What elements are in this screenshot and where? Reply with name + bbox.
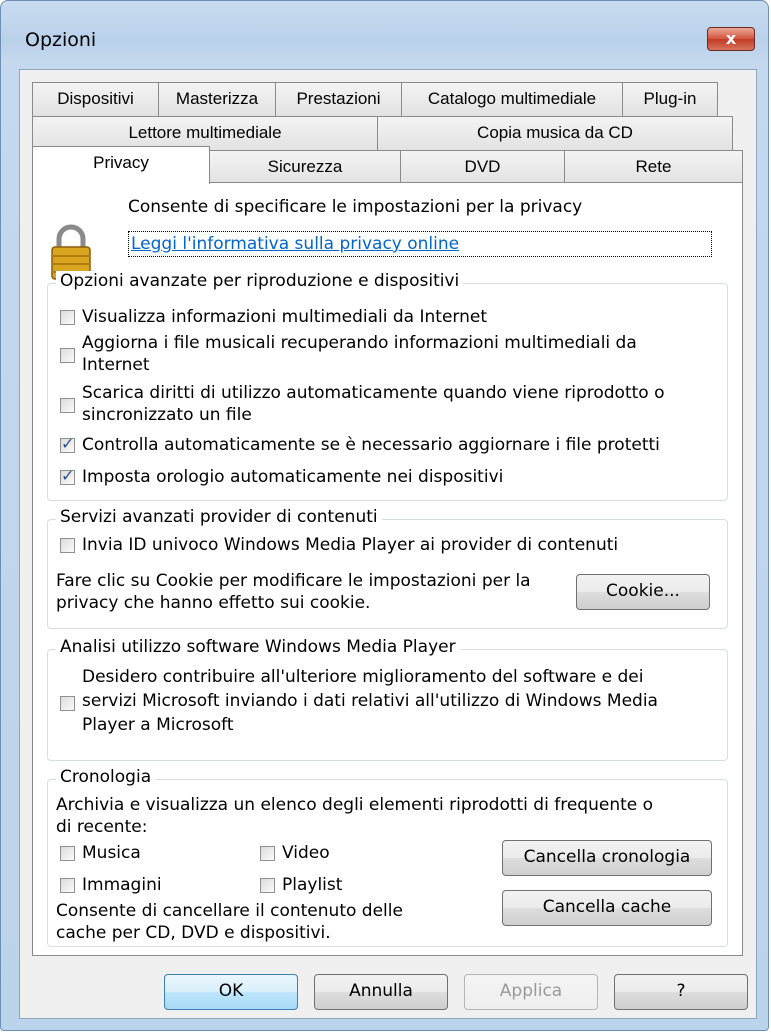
history-description-2: di recente: — [56, 817, 148, 837]
playback-options-legend: Opzioni avanzate per riproduzione e disp… — [56, 271, 464, 291]
send-unique-id-label: Invia ID univoco Windows Media Player ai… — [82, 535, 619, 555]
check-protected-files-label: Controlla automaticamente se è necessari… — [82, 435, 660, 455]
dialog-client-area: Dispositivi Masterizza Prestazioni Catal… — [19, 69, 757, 1019]
close-button[interactable]: x — [707, 27, 755, 51]
history-video-label: Video — [282, 843, 330, 863]
history-images-checkbox[interactable] — [60, 878, 75, 893]
options-dialog: Opzioni x Dispositivi Masterizza Prestaz… — [0, 0, 769, 1031]
tab-plug-in[interactable]: Plug-in — [622, 82, 718, 116]
tab-sicurezza[interactable]: Sicurezza — [209, 150, 401, 184]
usage-data-label-3: Player a Microsoft — [82, 715, 234, 735]
history-legend: Cronologia — [56, 767, 156, 787]
content-providers-group: Servizi avanzati provider di contenuti I… — [47, 507, 728, 629]
usage-data-label-2: servizi Microsoft inviando i dati relati… — [82, 691, 658, 711]
show-media-info-checkbox[interactable] — [60, 310, 75, 325]
set-device-clock-label: Imposta orologio automaticamente nei dis… — [82, 467, 504, 487]
send-unique-id-checkbox[interactable] — [60, 538, 75, 553]
usage-analysis-legend: Analisi utilizzo software Windows Media … — [56, 637, 460, 657]
ok-button[interactable]: OK — [164, 974, 298, 1010]
tab-copia-musica-da-cd[interactable]: Copia musica da CD — [377, 116, 733, 150]
usage-data-checkbox[interactable] — [60, 696, 75, 711]
history-images-label: Immagini — [82, 875, 162, 895]
download-usage-rights-label-1: Scarica diritti di utilizzo automaticame… — [82, 383, 665, 403]
privacy-tab-panel: Consente di specificare le impostazioni … — [32, 182, 743, 956]
update-music-files-checkbox[interactable] — [60, 348, 75, 363]
set-device-clock-checkbox[interactable] — [60, 466, 75, 485]
download-usage-rights-label-2: sincronizzato un file — [82, 405, 252, 425]
history-music-label: Musica — [82, 843, 141, 863]
usage-analysis-group: Analisi utilizzo software Windows Media … — [47, 637, 728, 761]
clear-cache-description-2: cache per CD, DVD e dispositivi. — [56, 923, 331, 943]
history-playlist-checkbox[interactable] — [260, 878, 275, 893]
tab-rete[interactable]: Rete — [564, 150, 743, 184]
privacy-statement-link[interactable]: Leggi l'informativa sulla privacy online — [128, 231, 712, 257]
tab-prestazioni[interactable]: Prestazioni — [275, 82, 402, 116]
clear-cache-button[interactable]: Cancella cache — [502, 890, 712, 926]
tab-dispositivi[interactable]: Dispositivi — [32, 82, 159, 116]
tab-catalogo-multimediale[interactable]: Catalogo multimediale — [401, 82, 623, 116]
history-music-checkbox[interactable] — [60, 846, 75, 861]
show-media-info-label: Visualizza informazioni multimediali da … — [82, 307, 488, 327]
cancel-button[interactable]: Annulla — [314, 974, 448, 1010]
apply-button[interactable]: Applica — [464, 974, 598, 1010]
history-video-checkbox[interactable] — [260, 846, 275, 861]
clear-cache-description-1: Consente di cancellare il contenuto dell… — [56, 901, 403, 921]
download-usage-rights-checkbox[interactable] — [60, 398, 75, 413]
usage-data-label-1: Desidero contribuire all'ulteriore migli… — [82, 667, 644, 687]
history-description-1: Archivia e visualizza un elenco degli el… — [56, 795, 654, 815]
cookie-description-1: Fare clic su Cookie per modificare le im… — [56, 571, 531, 591]
cookie-description-2: privacy che hanno effetto sui cookie. — [56, 593, 371, 613]
help-button[interactable]: ? — [614, 974, 748, 1010]
history-playlist-label: Playlist — [282, 875, 343, 895]
close-icon: x — [725, 29, 737, 48]
cookie-button[interactable]: Cookie... — [576, 574, 710, 610]
clear-history-button[interactable]: Cancella cronologia — [502, 840, 712, 876]
privacy-description: Consente di specificare le impostazioni … — [128, 197, 583, 217]
update-music-files-label-1: Aggiorna i file musicali recuperando inf… — [82, 333, 637, 353]
tab-masterizza[interactable]: Masterizza — [158, 82, 276, 116]
history-group: Cronologia Archivia e visualizza un elen… — [47, 767, 728, 947]
tab-privacy[interactable]: Privacy — [32, 146, 210, 184]
window-title: Opzioni — [25, 29, 97, 51]
tab-lettore-multimediale[interactable]: Lettore multimediale — [32, 116, 378, 150]
check-protected-files-checkbox[interactable] — [60, 434, 75, 453]
playback-options-group: Opzioni avanzate per riproduzione e disp… — [47, 271, 728, 501]
tab-dvd[interactable]: DVD — [400, 150, 565, 184]
content-providers-legend: Servizi avanzati provider di contenuti — [56, 507, 382, 527]
update-music-files-label-2: Internet — [82, 355, 150, 375]
